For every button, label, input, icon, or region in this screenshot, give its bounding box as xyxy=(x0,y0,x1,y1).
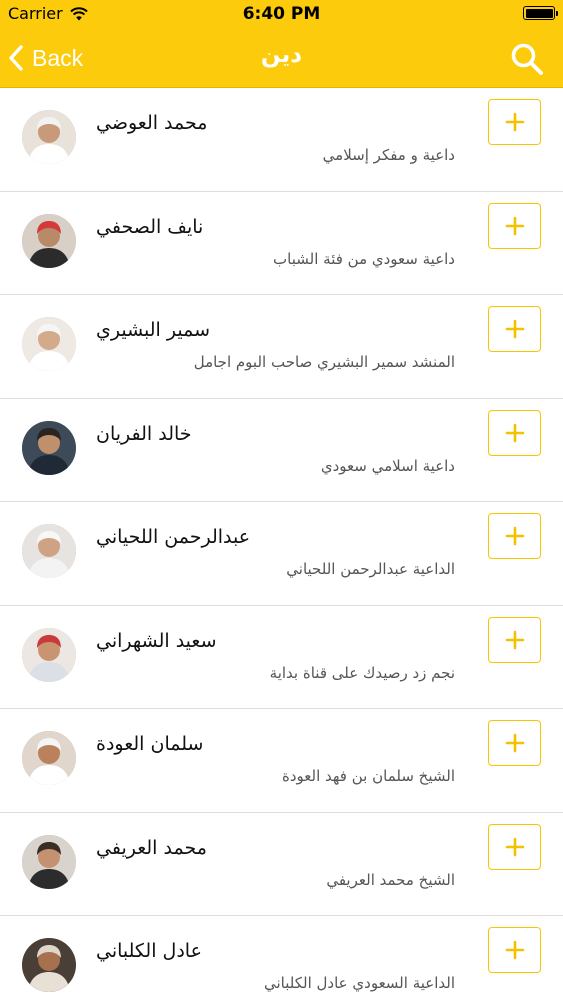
plus-icon xyxy=(505,423,524,442)
carrier-label: Carrier xyxy=(8,4,63,23)
add-button[interactable] xyxy=(488,720,541,766)
list-item[interactable]: نايف الصحفي داعية سعودي من فئة الشباب xyxy=(0,192,563,295)
person-name: محمد العوضي xyxy=(96,112,208,134)
person-description: داعية اسلامي سعودي xyxy=(320,456,455,475)
person-avatar-icon xyxy=(22,627,76,682)
add-button[interactable] xyxy=(488,513,541,559)
person-avatar-icon xyxy=(22,938,76,992)
person-name: خالد الفريان xyxy=(96,422,192,445)
person-description: الداعية عبدالرحمن اللحياني xyxy=(286,560,455,578)
plus-icon xyxy=(505,526,524,546)
avatar xyxy=(22,213,76,268)
status-left: Carrier xyxy=(8,4,88,23)
person-name: نايف الصحفي xyxy=(96,215,204,238)
plus-icon xyxy=(505,112,524,132)
list-item[interactable]: سعيد الشهراني نجم زد رصيدك على قناة بداي… xyxy=(0,606,563,709)
status-right xyxy=(523,6,558,20)
people-list: محمد العوضي داعية و مفكر إسلامي نايف الص… xyxy=(0,88,563,1000)
person-description: نجم زد رصيدك على قناة بداية xyxy=(269,663,455,682)
person-avatar-icon xyxy=(22,317,76,371)
person-description: داعية سعودي من فئة الشباب xyxy=(273,249,455,268)
list-item[interactable]: محمد العريفي الشيخ محمد العريفي xyxy=(0,813,563,916)
plus-icon xyxy=(505,837,524,856)
plus-icon xyxy=(505,630,524,649)
plus-icon xyxy=(505,940,524,960)
page-title: دين xyxy=(260,42,303,68)
add-button[interactable] xyxy=(488,616,541,663)
wifi-icon xyxy=(70,6,88,20)
search-button[interactable] xyxy=(509,41,545,77)
person-avatar-icon xyxy=(22,731,76,785)
chevron-left-icon xyxy=(9,45,23,71)
person-avatar-icon xyxy=(22,110,76,164)
person-description: الشيخ سلمان بن فهد العودة xyxy=(281,767,455,785)
add-button[interactable] xyxy=(488,306,541,352)
person-name: عادل الكلباني xyxy=(96,940,202,962)
plus-icon xyxy=(505,733,524,753)
list-item[interactable]: محمد العوضي داعية و مفكر إسلامي xyxy=(0,88,563,192)
plus-icon xyxy=(505,319,524,339)
status-bar: Carrier 6:40 PM xyxy=(0,0,563,28)
plus-icon xyxy=(505,216,524,235)
person-description: داعية و مفكر إسلامي xyxy=(322,146,455,164)
person-description: المنشد سمير البشيري صاحب البوم اجامل xyxy=(193,353,455,371)
add-button[interactable] xyxy=(488,409,541,456)
person-name: سعيد الشهراني xyxy=(96,629,217,652)
battery-fill xyxy=(525,8,553,18)
add-button[interactable] xyxy=(488,927,541,973)
avatar xyxy=(22,627,76,682)
back-button[interactable]: Back xyxy=(8,40,83,76)
person-name: سلمان العودة xyxy=(96,733,204,755)
person-name: عبدالرحمن اللحياني xyxy=(96,526,251,548)
avatar xyxy=(22,317,76,371)
person-avatar-icon xyxy=(22,213,76,268)
search-icon xyxy=(511,43,543,75)
person-description: الداعية السعودي عادل الكلباني xyxy=(264,974,455,992)
person-avatar-icon xyxy=(22,420,76,475)
person-avatar-icon xyxy=(22,524,76,578)
avatar xyxy=(22,110,76,164)
avatar xyxy=(22,524,76,578)
list-item[interactable]: عبدالرحمن اللحياني الداعية عبدالرحمن الل… xyxy=(0,502,563,606)
nav-bar: Back دين xyxy=(0,28,563,88)
person-description: الشيخ محمد العريفي xyxy=(326,870,455,889)
person-name: سمير البشيري xyxy=(96,319,210,341)
list-item[interactable]: سلمان العودة الشيخ سلمان بن فهد العودة xyxy=(0,709,563,813)
add-button[interactable] xyxy=(488,99,541,145)
person-name: محمد العريفي xyxy=(96,836,207,859)
add-button[interactable] xyxy=(488,202,541,249)
avatar xyxy=(22,420,76,475)
list-item[interactable]: عادل الكلباني الداعية السعودي عادل الكلب… xyxy=(0,916,563,1000)
add-button[interactable] xyxy=(488,823,541,870)
list-item[interactable]: سمير البشيري المنشد سمير البشيري صاحب ال… xyxy=(0,295,563,399)
avatar xyxy=(22,834,76,889)
back-label: Back xyxy=(32,44,84,71)
person-avatar-icon xyxy=(22,834,76,889)
avatar xyxy=(22,938,76,992)
avatar xyxy=(22,731,76,785)
list-item[interactable]: خالد الفريان داعية اسلامي سعودي xyxy=(0,399,563,502)
battery-icon xyxy=(523,6,558,20)
